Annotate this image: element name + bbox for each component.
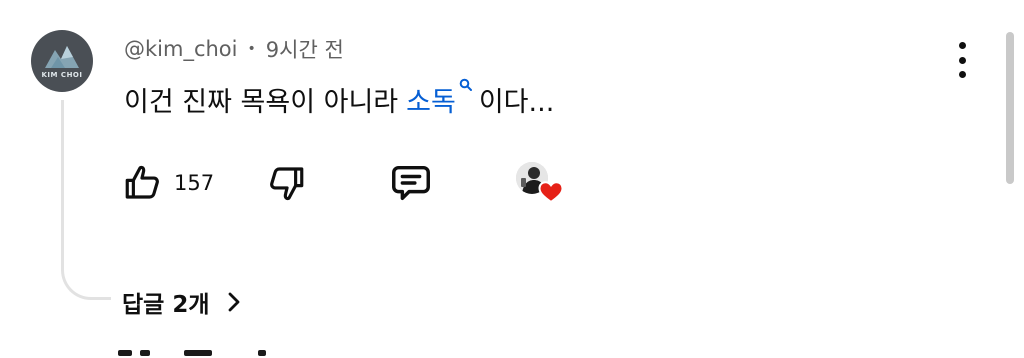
scrollbar-thumb[interactable]: [1006, 32, 1014, 184]
author-avatar[interactable]: KIM CHOI: [31, 30, 93, 92]
thumbs-down-icon: [270, 167, 304, 201]
mountain-logo-icon: [45, 46, 79, 68]
more-options-button[interactable]: [949, 42, 975, 78]
search-link-label: 소독: [406, 87, 456, 118]
more-vertical-icon: [958, 42, 966, 49]
comment-text-before: 이건 진짜 목욕이 아니라: [124, 87, 399, 118]
like-button[interactable]: 157: [122, 160, 214, 206]
thumbs-up-icon: [125, 165, 159, 199]
chevron-right-icon: [228, 292, 239, 312]
next-comment-fragment: [118, 350, 268, 358]
reply-button[interactable]: [388, 160, 434, 206]
avatar-label: KIM CHOI: [41, 71, 83, 79]
comment-text-after: 이다...: [478, 87, 555, 118]
like-count: 157: [174, 171, 215, 195]
replies-label: 답글 2개: [122, 292, 210, 318]
comment-icon: [392, 165, 430, 201]
author-handle[interactable]: @kim_choi: [124, 37, 238, 61]
search-icon: [459, 78, 472, 91]
creator-hearted-badge: [516, 162, 568, 210]
dislike-button[interactable]: [265, 160, 307, 206]
comment-text: 이건 진짜 목욕이 아니라 소독 이다...: [124, 78, 555, 119]
comment-header: @kim_choi • 9시간 전: [124, 34, 344, 64]
thread-connector-line: [61, 100, 111, 300]
comment-timestamp[interactable]: 9시간 전: [266, 34, 344, 64]
creator-heart-icon: [538, 181, 564, 204]
header-separator: •: [247, 41, 256, 57]
view-replies-button[interactable]: 답글 2개: [122, 284, 242, 320]
search-link[interactable]: 소독: [406, 78, 473, 119]
